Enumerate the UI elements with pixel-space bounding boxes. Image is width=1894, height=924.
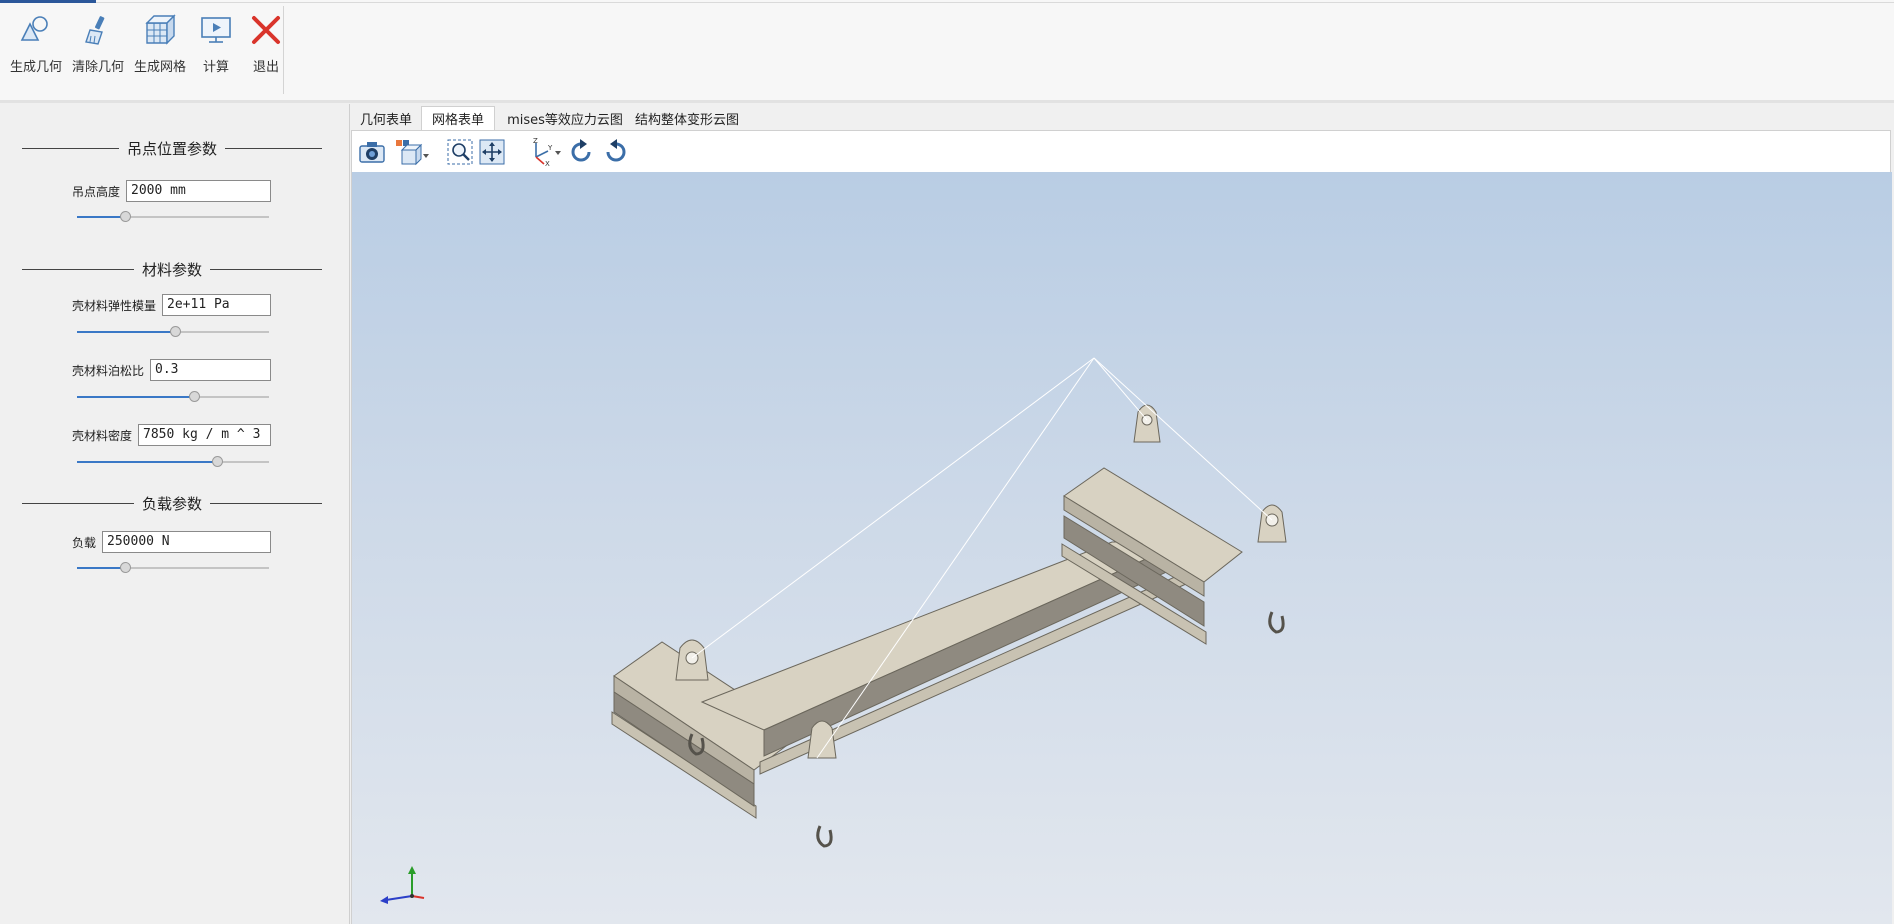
hook-section-title: 吊点位置参数 [127,139,218,158]
ribbon: 生成几何 清除几何 生成网格 计算 退出 [0,0,1894,101]
tab-geometry-form[interactable]: 几何表单 [351,106,421,130]
axis-triad-icon [380,866,425,904]
poisson-ratio-slider[interactable] [77,390,269,404]
tab-mises-stress[interactable]: mises等效应力云图 [499,106,631,130]
clear-geometry-button[interactable]: 清除几何 [68,6,128,94]
slider-fill [77,396,195,398]
close-x-icon [246,10,286,50]
mesh-cube-icon [140,10,180,50]
divider [225,147,323,149]
material-section-title: 材料参数 [142,260,203,279]
divider [210,268,323,270]
youngs-modulus-slider[interactable] [77,325,269,339]
rotate-clockwise-icon[interactable] [565,137,597,167]
axes-orientation-icon[interactable]: Z Y X [526,137,562,167]
poisson-ratio-input[interactable]: 0.3 [150,359,272,381]
compute-button[interactable]: 计算 [192,6,240,94]
hook-section-header: 吊点位置参数 [22,138,323,158]
brush-icon [78,10,118,50]
svg-text:X: X [545,160,550,167]
camera-icon[interactable] [356,137,388,167]
load-section-title: 负载参数 [142,494,203,513]
generate-geometry-button[interactable]: 生成几何 [6,6,66,94]
generate-mesh-label: 生成网格 [134,60,187,75]
generate-mesh-button[interactable]: 生成网格 [130,6,190,94]
ribbon-tab-indicator[interactable] [0,0,96,3]
slider-thumb[interactable] [212,456,224,467]
divider [22,268,134,270]
hook-left-back [816,825,833,848]
density-row: 壳材料密度 7850 kg / m ^ 3 [72,424,272,446]
spreader-beam-model [380,357,1287,904]
load-input[interactable]: 250000 N [102,531,272,553]
youngs-modulus-row: 壳材料弹性模量 2e+11 Pa [72,294,272,316]
material-section-header: 材料参数 [22,259,323,279]
generate-geometry-label: 生成几何 [10,60,63,75]
slider-fill [77,461,218,463]
viewer-toolbar: Z Y X [351,130,1891,172]
hook-height-row: 吊点高度 2000 mm [72,180,272,202]
density-input[interactable]: 7850 kg / m ^ 3 [138,424,272,446]
tab-label: 网格表单 [431,113,484,128]
slider-thumb[interactable] [120,211,131,222]
load-section-header: 负载参数 [22,493,323,513]
hook-height-label: 吊点高度 [72,184,121,199]
density-slider[interactable] [77,455,269,469]
density-label: 壳材料密度 [72,428,133,443]
exit-label: 退出 [253,60,280,75]
slider-fill [77,567,125,569]
tab-label: 结构整体变形云图 [634,112,739,128]
load-label: 负载 [72,535,97,550]
zoom-box-icon[interactable] [444,137,476,167]
load-row: 负载 250000 N [72,531,272,553]
main-beam-top [700,541,1185,731]
load-slider[interactable] [77,561,269,575]
ribbon-topline [96,2,1894,3]
divider [210,502,323,504]
hook-height-input[interactable]: 2000 mm [126,180,272,202]
cable-center [816,357,1095,759]
tab-deformation[interactable]: 结构整体变形云图 [634,106,740,130]
geometry-shapes-icon [16,10,56,50]
poisson-ratio-label: 壳材料泊松比 [72,363,145,378]
poisson-ratio-row: 壳材料泊松比 0.3 [72,359,272,381]
3d-viewport[interactable] [351,172,1892,924]
hook-right-back [1268,611,1285,634]
parameter-panel: 吊点位置参数 吊点高度 2000 mm 材料参数 壳材料弹性模量 2e+11 P… [0,104,350,924]
clear-geometry-label: 清除几何 [72,60,125,75]
view-cube-dropdown-icon[interactable] [394,137,430,167]
slider-thumb[interactable] [189,391,201,402]
rotate-counterclockwise-icon[interactable] [600,137,632,167]
slider-thumb[interactable] [120,562,131,573]
divider [22,147,119,149]
monitor-play-icon [196,10,236,50]
slider-thumb[interactable] [169,326,181,337]
slider-fill [77,216,125,218]
divider [22,502,134,504]
slider-fill [77,331,175,333]
compute-label: 计算 [203,60,230,75]
svg-text:Y: Y [547,144,553,152]
youngs-modulus-label: 壳材料弹性模量 [72,298,157,313]
tab-mesh-form[interactable]: 网格表单 [421,106,495,130]
cable-right [1093,357,1148,421]
ribbon-group: 生成几何 清除几何 生成网格 计算 退出 [6,6,290,94]
view-tabbar: 几何表单 网格表单 mises等效应力云图 结构整体变形云图 [351,106,1891,130]
tab-label: mises等效应力云图 [507,112,623,128]
svg-text:Z: Z [533,137,538,145]
ribbon-separator [283,6,284,94]
hook-height-slider[interactable] [77,210,269,224]
ribbon-bottom-border [0,100,1894,103]
pan-fit-icon[interactable] [476,137,508,167]
youngs-modulus-input[interactable]: 2e+11 Pa [162,294,272,316]
tab-label: 几何表单 [359,112,412,128]
